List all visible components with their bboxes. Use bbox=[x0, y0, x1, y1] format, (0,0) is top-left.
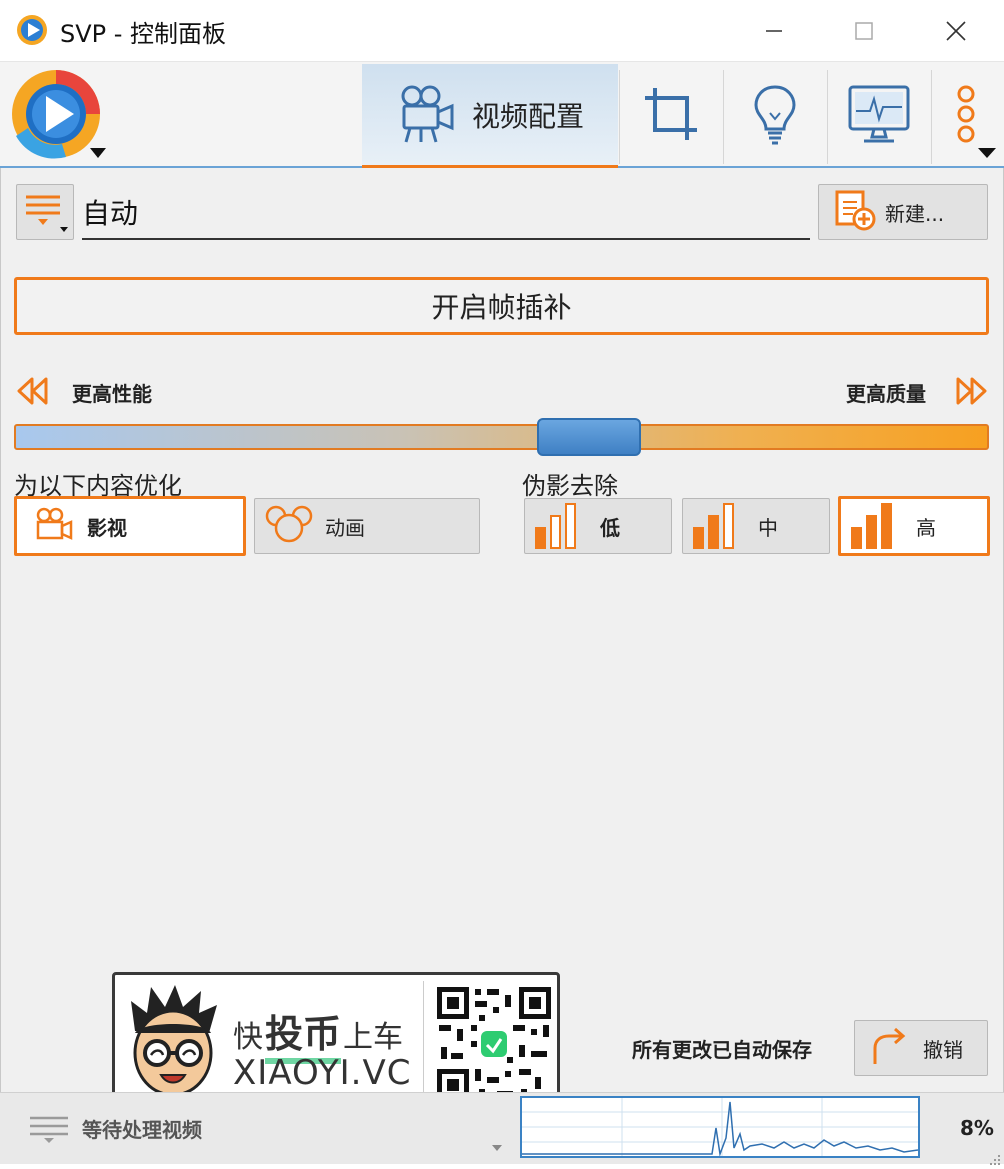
more-dots-icon bbox=[932, 64, 1002, 168]
optimize-movies-label: 影视 bbox=[87, 515, 127, 540]
signal-bars-icon bbox=[851, 503, 892, 549]
menu-lines-icon bbox=[20, 187, 70, 237]
tab-monitor[interactable] bbox=[828, 64, 930, 168]
artifact-high-label: 高 bbox=[916, 515, 936, 540]
artifact-low-button[interactable]: 低 bbox=[524, 498, 672, 554]
tab-crop[interactable] bbox=[620, 64, 722, 168]
artifact-medium-label: 中 bbox=[758, 515, 778, 540]
quality-label: 更高质量 bbox=[846, 382, 926, 406]
artifact-high-button[interactable]: 高 bbox=[838, 496, 990, 556]
status-text: 等待处理视频 bbox=[82, 1118, 202, 1142]
profile-name-value: 自动 bbox=[82, 197, 139, 230]
rewind-icon[interactable] bbox=[16, 376, 50, 406]
mouse-ears-icon bbox=[265, 504, 313, 548]
watermark-text3: 上车 bbox=[343, 1020, 404, 1055]
profile-list-button[interactable] bbox=[16, 184, 74, 240]
artifact-low-label: 低 bbox=[600, 515, 620, 540]
artifact-heading: 伪影去除 bbox=[522, 472, 618, 500]
lightbulb-icon bbox=[750, 83, 800, 149]
quality-slider-track[interactable] bbox=[14, 424, 989, 450]
minimize-button[interactable] bbox=[728, 0, 820, 62]
close-button[interactable] bbox=[910, 0, 1002, 62]
undo-arrow-icon bbox=[869, 1026, 909, 1070]
qr-code-icon bbox=[435, 985, 553, 1103]
resize-grip-icon[interactable] bbox=[990, 1150, 1002, 1165]
window-title: SVP - 控制面板 bbox=[60, 20, 227, 48]
monitor-icon bbox=[846, 83, 912, 149]
optimize-anime-button[interactable]: 动画 bbox=[254, 498, 480, 554]
signal-bars-icon bbox=[693, 503, 734, 549]
dropdown-arrow-icon[interactable] bbox=[490, 1138, 504, 1151]
film-camera-icon bbox=[35, 507, 73, 545]
cartoon-face-icon bbox=[121, 981, 225, 1105]
svp-logo-icon bbox=[16, 14, 48, 46]
title-bar: SVP - 控制面板 bbox=[0, 0, 1004, 62]
svp-menu-logo-icon[interactable] bbox=[6, 66, 108, 164]
watermark-url: XIAOYI.VC bbox=[233, 1053, 412, 1093]
undo-button[interactable]: 撤销 bbox=[854, 1020, 988, 1076]
video-camera-icon bbox=[396, 82, 458, 148]
watermark-divider bbox=[423, 981, 424, 1103]
tab-more[interactable] bbox=[932, 64, 1002, 168]
new-profile-button[interactable]: 新建... bbox=[818, 184, 988, 240]
cpu-percent: 8% bbox=[960, 1116, 994, 1140]
watermark-text1: 快 bbox=[233, 1020, 263, 1055]
crop-icon bbox=[641, 84, 701, 148]
undo-label: 撤销 bbox=[923, 1037, 963, 1062]
artifact-medium-button[interactable]: 中 bbox=[682, 498, 830, 554]
profile-name-field[interactable]: 自动 bbox=[82, 186, 810, 240]
quality-slider-thumb[interactable] bbox=[537, 418, 642, 456]
cpu-usage-graph bbox=[520, 1096, 920, 1158]
signal-bars-icon bbox=[535, 503, 576, 549]
tab-label: 视频配置 bbox=[471, 99, 584, 133]
performance-label: 更高性能 bbox=[72, 382, 152, 406]
enable-interpolation-button[interactable]: 开启帧插补 bbox=[14, 277, 989, 335]
watermark-banner: 快 投币 上车 XIAOYI.VC bbox=[112, 972, 560, 1110]
queue-list-icon[interactable] bbox=[30, 1114, 70, 1144]
enable-interpolation-label: 开启帧插补 bbox=[431, 291, 572, 324]
new-profile-label: 新建... bbox=[885, 201, 945, 226]
tab-video-profile[interactable]: 视频配置 bbox=[362, 64, 618, 168]
autosave-text: 所有更改已自动保存 bbox=[632, 1038, 812, 1062]
optimize-anime-label: 动画 bbox=[325, 515, 365, 540]
new-document-icon bbox=[833, 188, 877, 236]
optimize-movies-button[interactable]: 影视 bbox=[14, 496, 246, 556]
tab-tips[interactable] bbox=[724, 64, 826, 168]
maximize-button[interactable] bbox=[818, 0, 910, 62]
fast-forward-icon[interactable] bbox=[954, 376, 988, 406]
